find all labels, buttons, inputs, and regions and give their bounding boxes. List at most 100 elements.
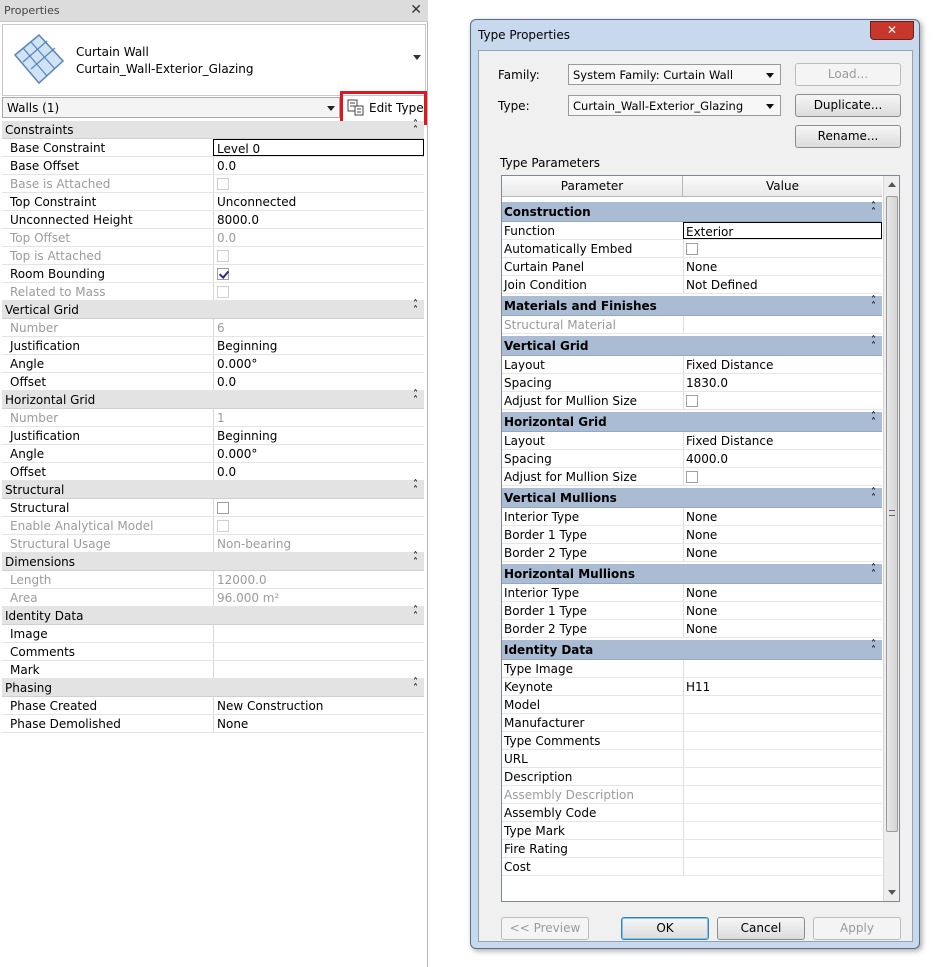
property-value[interactable]: Fixed Distance xyxy=(683,432,882,449)
instance-filter-select[interactable]: Walls (1) xyxy=(2,97,340,118)
property-value[interactable]: None xyxy=(683,620,882,637)
property-value[interactable]: Beginning xyxy=(213,427,424,444)
property-value[interactable] xyxy=(683,768,882,785)
property-value[interactable] xyxy=(683,822,882,839)
section-header-vertical-grid[interactable]: Vertical Grid ˄ ˄ xyxy=(502,336,882,356)
property-value[interactable]: 1830.0 xyxy=(683,374,882,391)
section-header-dimensions[interactable]: Dimensions ˄ ˄ xyxy=(2,552,424,571)
section-header-phasing[interactable]: Phasing ˄ ˄ xyxy=(2,678,424,697)
property-value[interactable] xyxy=(683,660,882,677)
collapse-icon[interactable]: ˄ ˄ xyxy=(413,300,418,316)
section-header-identity-data[interactable]: Identity Data ˄ ˄ xyxy=(2,606,424,625)
preview-button[interactable]: << Preview xyxy=(501,917,589,940)
property-value[interactable]: Level 0 xyxy=(213,139,424,156)
section-header-construction[interactable]: Construction ˄ ˄ xyxy=(502,202,882,222)
property-row-assembly-description: Assembly Description xyxy=(502,786,882,804)
property-value[interactable] xyxy=(683,468,882,485)
checkbox-icon[interactable] xyxy=(686,243,698,255)
property-value[interactable]: None xyxy=(683,602,882,619)
collapse-icon[interactable]: ˄ ˄ xyxy=(871,564,876,580)
section-header-identity-data[interactable]: Identity Data ˄ ˄ xyxy=(502,640,882,660)
property-value[interactable] xyxy=(683,732,882,749)
scrollbar-thumb[interactable] xyxy=(886,196,898,832)
property-value[interactable]: 0.000° xyxy=(213,355,424,372)
property-value[interactable]: None xyxy=(683,584,882,601)
property-value[interactable] xyxy=(213,625,424,642)
collapse-icon[interactable]: ˄ ˄ xyxy=(871,412,876,428)
section-header-horizontal-grid[interactable]: Horizontal Grid ˄ ˄ xyxy=(502,412,882,432)
property-value[interactable] xyxy=(213,265,424,282)
property-value[interactable]: None xyxy=(683,508,882,525)
property-value[interactable]: New Construction xyxy=(213,697,424,714)
collapse-icon[interactable]: ˄ ˄ xyxy=(413,606,418,622)
scroll-down-icon[interactable] xyxy=(888,890,896,895)
collapse-icon[interactable]: ˄ ˄ xyxy=(413,552,418,568)
type-select[interactable]: Curtain_Wall-Exterior_Glazing xyxy=(568,95,781,116)
collapse-icon[interactable]: ˄ ˄ xyxy=(413,480,418,496)
close-icon[interactable]: ✕ xyxy=(410,2,422,18)
cancel-button[interactable]: Cancel xyxy=(717,917,805,940)
family-select[interactable]: System Family: Curtain Wall xyxy=(568,64,781,85)
property-value[interactable]: 0.0 xyxy=(213,373,424,390)
property-value[interactable]: 0.000° xyxy=(213,445,424,462)
curtain-wall-thumbnail-icon xyxy=(13,33,65,85)
collapse-icon[interactable]: ˄ ˄ xyxy=(413,678,418,694)
property-value[interactable]: None xyxy=(683,526,882,543)
property-value[interactable]: Exterior xyxy=(683,222,882,239)
property-value[interactable] xyxy=(683,392,882,409)
section-header-materials-and-finishes[interactable]: Materials and Finishes ˄ ˄ xyxy=(502,296,882,316)
section-header-vertical-mullions[interactable]: Vertical Mullions ˄ ˄ xyxy=(502,488,882,508)
checkbox-icon[interactable] xyxy=(217,502,229,514)
property-value[interactable] xyxy=(683,750,882,767)
close-button[interactable]: ✕ xyxy=(870,21,914,40)
property-value[interactable] xyxy=(683,858,882,875)
collapse-icon[interactable]: ˄ ˄ xyxy=(871,202,876,218)
property-value[interactable] xyxy=(683,696,882,713)
property-value[interactable]: 8000.0 xyxy=(213,211,424,228)
property-value[interactable]: 0.0 xyxy=(213,463,424,480)
property-value[interactable]: 4000.0 xyxy=(683,450,882,467)
property-value[interactable] xyxy=(683,840,882,857)
section-header-horizontal-grid[interactable]: Horizontal Grid ˄ ˄ xyxy=(2,390,424,409)
collapse-icon[interactable]: ˄ ˄ xyxy=(413,120,418,136)
property-value[interactable]: H11 xyxy=(683,678,882,695)
property-value[interactable]: Beginning xyxy=(213,337,424,354)
property-value[interactable]: Not Defined xyxy=(683,276,882,293)
section-header-horizontal-mullions[interactable]: Horizontal Mullions ˄ ˄ xyxy=(502,564,882,584)
collapse-icon[interactable]: ˄ ˄ xyxy=(871,296,876,312)
rename-button[interactable]: Rename... xyxy=(795,125,901,148)
collapse-icon[interactable]: ˄ ˄ xyxy=(413,390,418,406)
ok-button[interactable]: OK xyxy=(621,917,709,940)
property-value[interactable]: Fixed Distance xyxy=(683,356,882,373)
property-value[interactable] xyxy=(213,643,424,660)
property-value[interactable]: Unconnected xyxy=(213,193,424,210)
checkbox-icon[interactable] xyxy=(686,471,698,483)
property-value[interactable] xyxy=(213,661,424,678)
type-selector[interactable]: Curtain Wall Curtain_Wall-Exterior_Glazi… xyxy=(2,24,426,96)
collapse-icon[interactable]: ˄ ˄ xyxy=(871,488,876,504)
property-value[interactable]: 0.0 xyxy=(213,157,424,174)
table-scrollbar[interactable] xyxy=(883,176,899,901)
section-header-structural[interactable]: Structural ˄ ˄ xyxy=(2,480,424,499)
parameter-column-header[interactable]: Parameter xyxy=(502,176,683,197)
value-column-header[interactable]: Value xyxy=(683,176,882,197)
property-value[interactable] xyxy=(683,714,882,731)
apply-button[interactable]: Apply xyxy=(813,917,901,940)
property-value[interactable] xyxy=(683,804,882,821)
section-header-constraints[interactable]: Constraints ˄ ˄ xyxy=(2,120,424,139)
property-value[interactable]: None xyxy=(683,258,882,275)
property-value[interactable]: None xyxy=(683,544,882,561)
duplicate-button[interactable]: Duplicate... xyxy=(795,94,901,117)
load-button[interactable]: Load... xyxy=(795,63,901,86)
edit-type-button[interactable]: Edit Type xyxy=(343,94,424,122)
checkbox-icon[interactable] xyxy=(686,395,698,407)
collapse-icon[interactable]: ˄ ˄ xyxy=(871,640,876,656)
property-value[interactable]: None xyxy=(213,715,424,732)
property-value[interactable] xyxy=(683,240,882,257)
scroll-up-icon[interactable] xyxy=(888,182,896,187)
property-value[interactable] xyxy=(213,499,424,516)
checkbox-icon[interactable] xyxy=(217,268,229,280)
section-header-vertical-grid[interactable]: Vertical Grid ˄ ˄ xyxy=(2,300,424,319)
collapse-icon[interactable]: ˄ ˄ xyxy=(871,336,876,352)
chevron-down-icon[interactable] xyxy=(413,55,421,60)
